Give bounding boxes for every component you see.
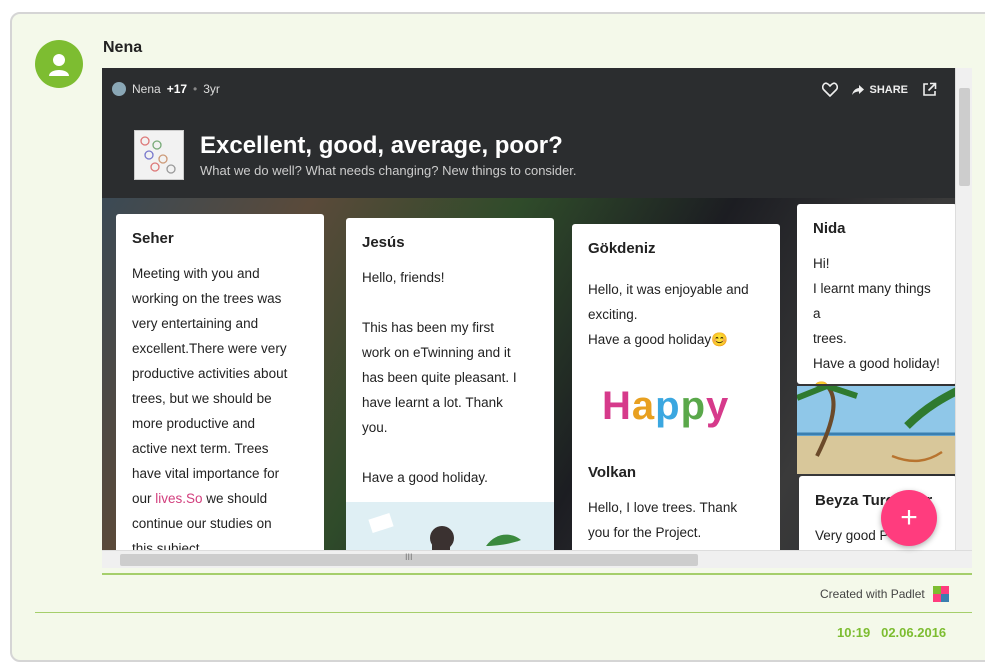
card-text: Hello, I love trees. Thank you for the P… xyxy=(588,500,738,540)
card-text: Hello, friends! This has been my first w… xyxy=(362,270,517,485)
padlet-subtitle: What we do well? What needs changing? Ne… xyxy=(200,163,577,178)
post-card-jesus[interactable]: Jesús Hello, friends! This has been my f… xyxy=(346,218,554,558)
post-card-volkan[interactable]: Volkan Hello, I love trees. Thank you fo… xyxy=(572,448,780,558)
post-card-gokdeniz[interactable]: Gökdeniz Hello, it was enjoyable and exc… xyxy=(572,224,780,458)
plus-icon: + xyxy=(900,501,918,534)
created-with-label: Created with Padlet xyxy=(820,587,925,601)
share-label: SHARE xyxy=(869,83,908,96)
card-text: Hello, it was enjoyable and exciting. Ha… xyxy=(588,282,749,347)
horizontal-scrollbar[interactable]: III xyxy=(102,550,972,568)
card-text: Meeting with you and working on the tree… xyxy=(132,266,288,554)
post-time: 10:19 xyxy=(837,625,871,640)
padlet-age: 3yr xyxy=(203,82,220,96)
globe-icon xyxy=(112,82,126,96)
card-author: Jesús xyxy=(362,234,405,251)
open-external-icon[interactable] xyxy=(922,82,937,97)
beach-image xyxy=(797,386,957,474)
padlet-embed[interactable]: Nena +17 • 3yr SHARE Excellent, good, av… xyxy=(102,68,972,568)
horizontal-scroll-thumb[interactable]: III xyxy=(120,552,698,566)
post-card-seher[interactable]: Seher Meeting with you and working on th… xyxy=(116,214,324,554)
scroll-grip: III xyxy=(405,552,413,562)
vertical-scrollbar[interactable] xyxy=(955,68,972,550)
card-author: Seher xyxy=(132,230,174,247)
card-author: Nida xyxy=(813,220,846,237)
post-date: 02.06.2016 xyxy=(881,625,947,640)
padlet-meta: Nena +17 • 3yr xyxy=(112,82,220,96)
card-link[interactable]: lives.So xyxy=(155,491,202,506)
happy-image: Happy xyxy=(602,384,730,428)
add-post-button[interactable]: + xyxy=(881,490,937,546)
vertical-scroll-thumb[interactable] xyxy=(959,88,970,186)
user-icon xyxy=(49,54,69,76)
padlet-author[interactable]: Nena xyxy=(132,82,161,96)
padlet-actions: SHARE xyxy=(822,82,937,97)
divider xyxy=(35,612,972,613)
padlet-header: Nena +17 • 3yr SHARE Excellent, good, av… xyxy=(102,68,955,198)
padlet-thumbnail xyxy=(134,130,184,180)
heart-icon[interactable] xyxy=(822,82,839,97)
meta-separator: • xyxy=(193,82,198,96)
padlet-logo-icon xyxy=(932,586,949,602)
post-author[interactable]: Nena xyxy=(103,39,142,57)
padlet-title: Excellent, good, average, poor? xyxy=(200,132,563,159)
post-timestamp: 10:19 02.06.2016 xyxy=(837,625,946,640)
card-author: Gökdeniz xyxy=(588,240,656,257)
card-author: Volkan xyxy=(588,464,637,481)
divider xyxy=(102,573,972,575)
card-text: Hi! I learnt many things a trees. Have a… xyxy=(813,256,940,384)
share-icon xyxy=(852,84,865,95)
padlet-board: Seher Meeting with you and working on th… xyxy=(102,198,957,558)
user-avatar[interactable] xyxy=(35,40,83,88)
post-card-nida[interactable]: Nida Hi! I learnt many things a trees. H… xyxy=(797,204,957,384)
share-button[interactable]: SHARE xyxy=(852,84,908,96)
padlet-credit[interactable]: Created with Padlet xyxy=(820,586,949,602)
padlet-plus-count: +17 xyxy=(166,82,188,96)
